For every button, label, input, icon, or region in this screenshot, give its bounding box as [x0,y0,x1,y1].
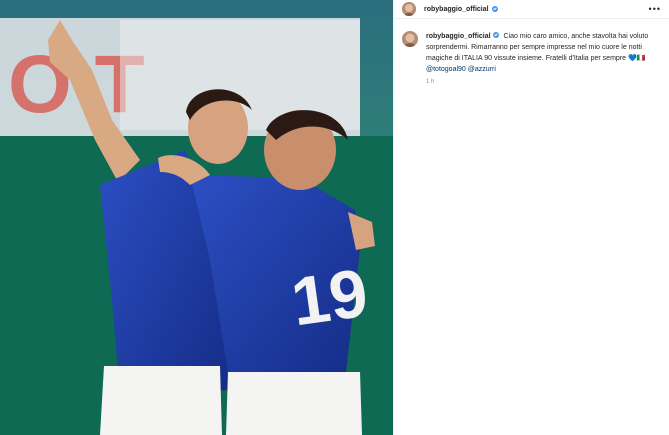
avatar-image [402,31,418,47]
jersey-number: 19 [287,255,372,341]
timestamp: 1 h [426,79,435,85]
caption-username-link[interactable]: robybaggio_official [426,33,491,40]
post-photo[interactable]: O T 19 [0,0,393,435]
instagram-post: O T 19 robybaggio_official ••• robybaggi… [0,0,669,435]
verified-badge-icon [491,6,498,12]
caption-text-block: robybaggio_official Ciao mio caro amico,… [426,31,656,75]
post-header: robybaggio_official ••• [394,0,669,19]
username-link[interactable]: robybaggio_official [424,6,489,13]
avatar[interactable] [402,2,416,16]
mention-link[interactable]: @totogoal90 [426,66,466,73]
avatar-image [402,2,416,16]
verified-badge-icon [492,32,499,38]
photo-illustration: O T 19 [0,0,393,435]
flag-emoji: 🇮🇹 [636,55,646,62]
caption-comment: robybaggio_official Ciao mio caro amico,… [394,19,669,75]
caption-avatar[interactable] [402,31,418,47]
post-details-panel: robybaggio_official ••• robybaggio_offic… [393,0,669,435]
mention-link[interactable]: @azzurri [468,66,496,73]
blue-heart-emoji: 💙 [627,55,637,62]
more-options-icon[interactable]: ••• [649,4,661,14]
